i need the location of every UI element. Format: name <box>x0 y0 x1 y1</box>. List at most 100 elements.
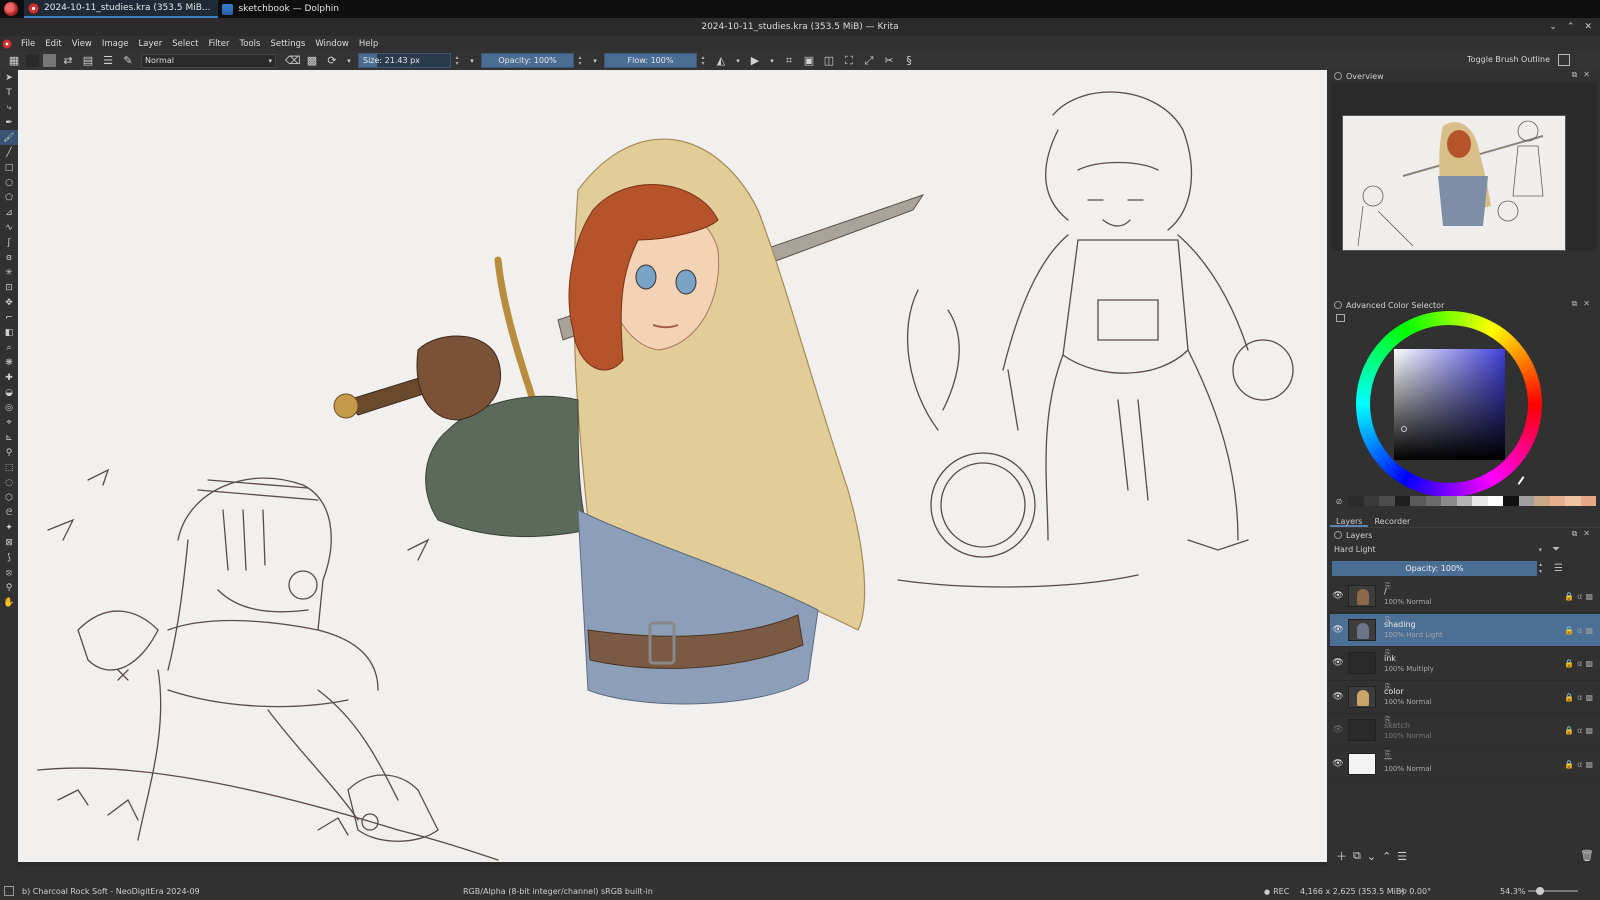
swap-colors-icon[interactable]: ⇄ <box>61 54 75 68</box>
brush-preset-icon[interactable]: ✎ <box>121 54 135 68</box>
visibility-eye-icon[interactable]: 👁 <box>1330 625 1346 635</box>
multibrush-icon[interactable]: ✳ <box>0 265 18 280</box>
alpha-lock-icon[interactable]: ▩ <box>305 54 319 68</box>
menu-settings[interactable]: Settings <box>265 39 310 49</box>
toggle-brush-outline-label[interactable]: Toggle Brush Outline <box>1467 55 1550 64</box>
freehand-select-icon[interactable]: ᘓ <box>0 505 18 520</box>
magnetic-select-icon[interactable]: ⦻ <box>0 565 18 580</box>
shortcuts-icon[interactable]: ✂ <box>882 54 896 68</box>
crop-tool-icon[interactable]: ⌐ <box>0 310 18 325</box>
overview-docker-title[interactable]: Overview ⧉✕ <box>1330 70 1600 82</box>
palette-swatch[interactable] <box>1363 496 1379 506</box>
tab-recorder[interactable]: Recorder <box>1368 516 1416 527</box>
assistant-tool-icon[interactable]: ⌖ <box>0 415 18 430</box>
transform-icon[interactable]: ⤢ <box>862 54 876 68</box>
zoom-slider[interactable] <box>1528 887 1578 895</box>
foreground-color-swatch[interactable] <box>26 54 39 67</box>
polyline-tool-icon[interactable]: ⊿ <box>0 205 18 220</box>
minimize-icon[interactable]: ⌄ <box>1549 18 1557 36</box>
layer-lock-alpha-icons[interactable]: 🔒α▩ <box>1564 693 1596 702</box>
pattern-icon[interactable]: ▤ <box>81 54 95 68</box>
pan-tool-icon[interactable]: ✋ <box>0 595 18 610</box>
move-tool-icon[interactable]: ✥ <box>0 295 18 310</box>
layer-row[interactable]: 👁 ⎘ color 100% Normal 🔒α▩ <box>1330 681 1600 714</box>
palette-swatch[interactable] <box>1410 496 1426 506</box>
app-launcher-icon[interactable] <box>4 2 18 16</box>
layer-lock-alpha-icons[interactable]: 🔒α▩ <box>1564 760 1596 769</box>
layer-row[interactable]: 👁 ⎘ shading 100% Hard Light 🔒α▩ <box>1330 613 1600 647</box>
menu-edit[interactable]: Edit <box>40 39 66 49</box>
menu-select[interactable]: Select <box>167 39 203 49</box>
task-krita[interactable]: 2024-10-11_studies.kra (353.5 MiB... <box>24 0 219 18</box>
palette-swatch[interactable] <box>1580 496 1596 506</box>
move-layer-up-icon[interactable]: ⌃ <box>1382 850 1391 863</box>
palette-swatch[interactable] <box>1456 496 1472 506</box>
polygon-tool-icon[interactable]: ⬠ <box>0 190 18 205</box>
menu-filter[interactable]: Filter <box>203 39 234 49</box>
layer-row[interactable]: 👁 ⎘ sketch 100% Normal 🔒α▩ <box>1330 714 1600 748</box>
palette-swatch[interactable] <box>1348 496 1364 506</box>
layer-row[interactable]: 👁 ⎘ ink 100% Multiply 🔒α▩ <box>1330 647 1600 681</box>
chevron-down-icon[interactable]: ▾ <box>768 54 776 68</box>
chevron-down-icon[interactable]: ▾ <box>468 54 476 68</box>
transform-tool-icon[interactable]: ⊡ <box>0 280 18 295</box>
measure-tool-icon[interactable]: ⊾ <box>0 430 18 445</box>
docker-buttons[interactable]: ⧉✕ <box>1572 70 1596 80</box>
move-layer-down-icon[interactable]: ⌄ <box>1367 850 1376 863</box>
flow-spinner[interactable]: ▴ ▾ <box>699 54 707 67</box>
saturation-value-square[interactable] <box>1394 349 1505 460</box>
chevron-down-icon[interactable]: ▾ <box>345 54 353 68</box>
hue-marker[interactable] <box>1517 476 1525 485</box>
save-icon[interactable]: ▣ <box>802 54 816 68</box>
tab-layers[interactable]: Layers <box>1330 516 1369 527</box>
palette-swatch[interactable] <box>1549 496 1565 506</box>
polygon-select-icon[interactable]: ⬡ <box>0 490 18 505</box>
menu-tools[interactable]: Tools <box>235 39 266 49</box>
layer-lock-alpha-icons[interactable]: 🔒α▩ <box>1564 726 1596 735</box>
layer-properties-icon[interactable]: ☰ <box>1397 850 1407 863</box>
layer-blend-mode-select[interactable]: Hard Light <box>1332 544 1546 556</box>
canvas[interactable] <box>18 70 1327 862</box>
menu-image[interactable]: Image <box>97 39 134 49</box>
recording-indicator[interactable]: REC <box>1264 887 1289 896</box>
freehand-path-icon[interactable]: ʃ <box>0 235 18 250</box>
reload-preset-icon[interactable]: ⟳ <box>325 54 339 68</box>
palette-swatch[interactable] <box>1394 496 1410 506</box>
gradient-tool-icon[interactable]: ◧ <box>0 325 18 340</box>
palette-swatch[interactable] <box>1565 496 1581 506</box>
menu-file[interactable]: File <box>16 39 40 49</box>
layer-row[interactable]: 👁 ⎘ —100% Normal 🔒α▩ <box>1330 748 1600 781</box>
ellipse-select-icon[interactable]: ◌ <box>0 475 18 490</box>
background-color-swatch[interactable] <box>43 54 56 67</box>
visibility-eye-icon[interactable]: 👁 <box>1330 725 1346 735</box>
task-dolphin[interactable]: sketchbook — Dolphin <box>218 0 347 18</box>
maximize-icon[interactable]: ⌃ <box>1567 18 1575 36</box>
duplicate-layer-icon[interactable]: ⧉ <box>1353 849 1361 863</box>
close-icon[interactable]: ✕ <box>1584 18 1592 36</box>
clear-color-icon[interactable]: ⊘ <box>1334 497 1344 506</box>
similar-select-icon[interactable]: ⊠ <box>0 535 18 550</box>
add-layer-icon[interactable]: ＋ <box>1336 848 1347 864</box>
color-selector-settings-icon[interactable] <box>1336 314 1345 322</box>
layer-lock-alpha-icons[interactable]: 🔒α▩ <box>1564 626 1596 635</box>
toggle-brush-outline-icon[interactable] <box>1558 54 1570 66</box>
overview-panel[interactable] <box>1331 83 1597 251</box>
canvas-horizontal-scrollbar[interactable] <box>18 862 1327 866</box>
bezier-tool-icon[interactable]: ∿ <box>0 220 18 235</box>
visibility-eye-icon[interactable]: 👁 <box>1330 591 1346 601</box>
palette-swatch[interactable] <box>1503 496 1519 506</box>
mirror-horizontal-icon[interactable]: ◭ <box>714 54 728 68</box>
dynamic-brush-icon[interactable]: ɞ <box>0 250 18 265</box>
layer-lock-alpha-icons[interactable]: 🔒α▩ <box>1564 659 1596 668</box>
opacity-spinner[interactable]: ▴ ▾ <box>576 54 584 67</box>
palette-swatch[interactable] <box>1487 496 1503 506</box>
gradient-icon[interactable]: ▦ <box>7 54 21 68</box>
contiguous-select-icon[interactable]: ✦ <box>0 520 18 535</box>
select-shapes-icon[interactable]: ➤ <box>0 70 18 85</box>
menu-help[interactable]: Help <box>354 39 383 49</box>
color-picker-marker[interactable] <box>1401 426 1407 432</box>
rect-select-icon[interactable]: ⬚ <box>0 460 18 475</box>
chevron-down-icon[interactable]: ▾ <box>734 54 742 68</box>
ellipse-tool-icon[interactable]: ○ <box>0 175 18 190</box>
enclose-fill-icon[interactable]: ◎ <box>0 400 18 415</box>
